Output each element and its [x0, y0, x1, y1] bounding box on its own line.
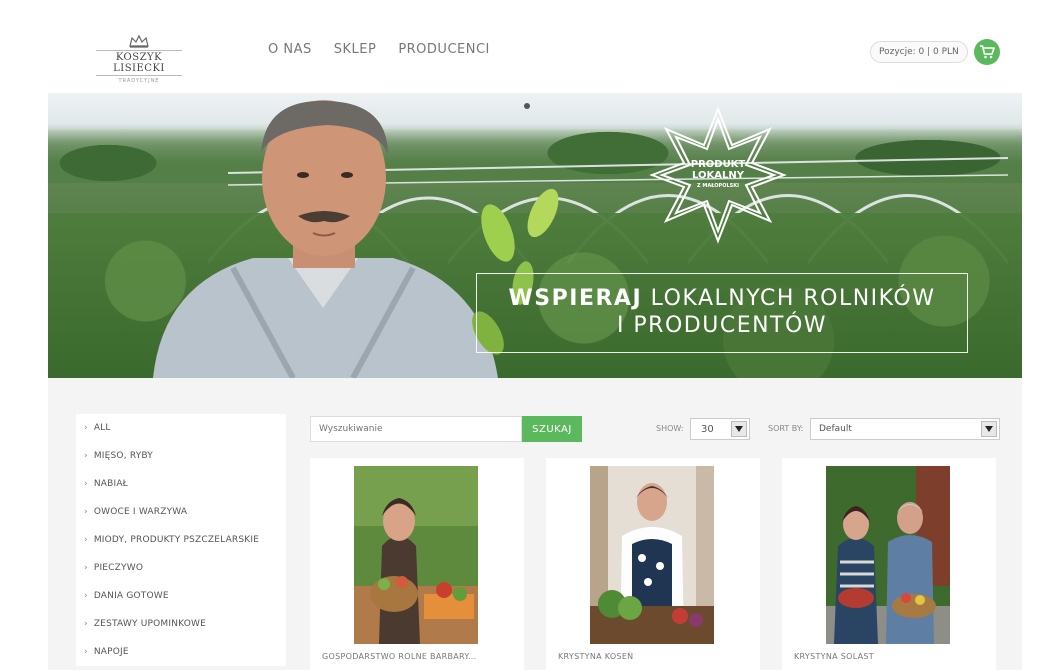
- farmer-photo: [153, 100, 498, 378]
- search-button[interactable]: SZUKAJ: [522, 416, 582, 442]
- category-item-zestawy[interactable]: › ZESTAWY UPOMINKOWE: [76, 610, 286, 638]
- show-count-value: 30: [701, 423, 714, 435]
- chevron-right-icon: ›: [84, 535, 88, 545]
- show-count-select[interactable]: 30: [690, 418, 750, 440]
- slogan-line-2: I PRODUCENTÓW: [616, 313, 828, 338]
- show-label: SHOW:: [656, 424, 684, 433]
- category-item-all[interactable]: › ALL: [76, 414, 286, 442]
- chevron-right-icon: ›: [84, 423, 88, 433]
- chevron-right-icon: ›: [84, 619, 88, 629]
- category-item-dania-gotowe[interactable]: › DANIA GOTOWE: [76, 582, 286, 610]
- product-title[interactable]: GOSPODARSTWO ROLNE BARBARY...: [322, 652, 522, 661]
- slogan-rest: LOKALNYCH ROLNIKÓW: [650, 286, 936, 311]
- nav-item-producenci[interactable]: PRODUCENCI: [398, 42, 490, 57]
- chevron-right-icon: ›: [84, 479, 88, 489]
- category-sidebar: › ALL › MIĘSO, RYBY › NABIAŁ › OWOCE I WARZY…: [76, 414, 286, 666]
- chevron-right-icon: ›: [84, 647, 88, 657]
- dropdown-arrow-icon[interactable]: [981, 421, 997, 437]
- logo-subtext: TRADYCYJNE: [118, 78, 160, 84]
- chevron-right-icon: ›: [84, 591, 88, 601]
- cart-summary[interactable]: Pozycje: 0 | 0 PLN: [870, 41, 968, 63]
- sort-value: Default: [819, 424, 852, 434]
- cart-button[interactable]: [973, 39, 1000, 65]
- logo-text: KOSZYK LISIECKI: [96, 50, 182, 76]
- category-item-owoce-warzywa[interactable]: › OWOCE I WARZYWA: [76, 498, 286, 526]
- main-nav: O NAS SKLEP PRODUCENCI: [268, 42, 490, 57]
- sort-label: SORT BY:: [768, 424, 804, 433]
- badge-line-2: LOKALNY: [692, 170, 744, 181]
- category-item-pieczywo[interactable]: › PIECZYWO: [76, 554, 286, 582]
- hero-banner[interactable]: PRODUKT LOKALNY Z MAŁOPOLSKI WSPIERAJ LO…: [48, 93, 1022, 378]
- nav-item-sklep[interactable]: SKLEP: [334, 42, 377, 57]
- category-item-mieso-ryby[interactable]: › MIĘSO, RYBY: [76, 442, 286, 470]
- slogan-bold: WSPIERAJ: [508, 286, 643, 311]
- carousel-indicator[interactable]: [524, 103, 530, 109]
- produkt-lokalny-badge: PRODUKT LOKALNY Z MAŁOPOLSKI: [648, 105, 788, 245]
- chevron-right-icon: ›: [84, 507, 88, 517]
- crown-icon: [129, 34, 149, 48]
- top-bar: KOSZYK LISIECKI TRADYCYJNE O NAS SKLEP P…: [0, 0, 1039, 92]
- badge-line-1: PRODUKT: [690, 159, 746, 170]
- category-item-miody[interactable]: › MIODY, PRODUKTY PSZCZELARSKIE: [76, 526, 286, 554]
- product-title[interactable]: KRYSTYNA SOLAST: [794, 652, 994, 661]
- product-photo[interactable]: [590, 466, 714, 644]
- chevron-right-icon: ›: [84, 563, 88, 573]
- product-card[interactable]: GOSPODARSTWO ROLNE BARBARY...: [310, 458, 524, 670]
- category-item-napoje[interactable]: › NAPOJE: [76, 638, 286, 666]
- product-title[interactable]: KRYSTYNA KOSEŃ: [558, 652, 758, 661]
- product-card[interactable]: KRYSTYNA SOLAST: [782, 458, 996, 670]
- site-logo[interactable]: KOSZYK LISIECKI TRADYCYJNE: [96, 34, 182, 84]
- badge-line-3: Z MAŁOPOLSKI: [697, 183, 739, 189]
- hero-slogan: WSPIERAJ LOKALNYCH ROLNIKÓW I PRODUCENTÓ…: [476, 273, 968, 353]
- product-card[interactable]: KRYSTYNA KOSEŃ: [546, 458, 760, 670]
- sort-select[interactable]: Default: [810, 418, 1000, 440]
- product-photo[interactable]: [826, 466, 950, 644]
- category-item-nabial[interactable]: › NABIAŁ: [76, 470, 286, 498]
- search-input[interactable]: [310, 416, 522, 442]
- search-bar: SZUKAJ: [310, 416, 582, 442]
- chevron-right-icon: ›: [84, 451, 88, 461]
- product-photo[interactable]: [354, 466, 478, 644]
- dropdown-arrow-icon[interactable]: [731, 421, 747, 437]
- cart-icon: [979, 45, 995, 59]
- nav-item-o-nas[interactable]: O NAS: [268, 42, 312, 57]
- cart-widget[interactable]: Pozycje: 0 | 0 PLN: [870, 38, 1000, 66]
